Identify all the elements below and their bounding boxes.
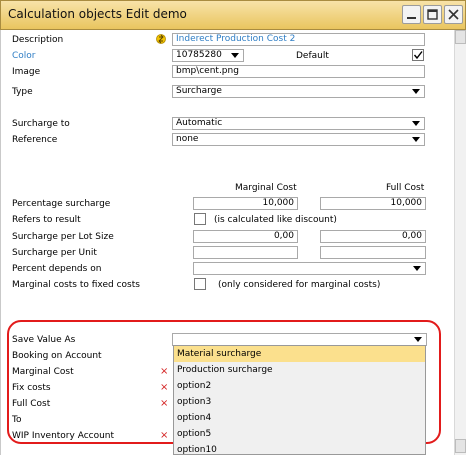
maximize-icon — [427, 9, 438, 20]
type-value: Surcharge — [176, 86, 222, 96]
surcharge-to-value: Automatic — [176, 118, 223, 128]
image-field[interactable]: bmp\cent.png — [172, 65, 425, 78]
default-label: Default — [296, 51, 329, 61]
scroll-down-button[interactable] — [455, 439, 466, 453]
dropdown-option[interactable]: option2 — [174, 378, 425, 394]
surcharge-per-unit-full[interactable] — [320, 246, 426, 259]
surcharge-per-unit-marginal[interactable] — [193, 246, 298, 259]
close-icon — [448, 9, 459, 20]
surcharge-to-select[interactable]: Automatic — [172, 117, 425, 130]
checkmark-icon — [413, 51, 423, 60]
percentage-surcharge-label: Percentage surcharge — [12, 199, 111, 209]
reference-value: none — [176, 134, 199, 144]
description-field[interactable]: Inderect Production Cost 2 — [172, 33, 425, 46]
image-label: Image — [12, 67, 41, 77]
dropdown-option[interactable]: Material surcharge — [174, 346, 425, 362]
reference-select[interactable]: none — [172, 133, 425, 146]
refers-to-result-label: Refers to result — [12, 215, 81, 225]
link-arrow-icon[interactable] — [156, 32, 166, 46]
surcharge-per-lot-full[interactable]: 0,00 — [320, 230, 426, 243]
chevron-down-icon — [412, 137, 420, 142]
color-value: 10785280 — [176, 50, 222, 60]
marginal-to-fixed-checkbox[interactable] — [194, 278, 206, 290]
surcharge-per-unit-label: Surcharge per Unit — [12, 248, 97, 258]
chevron-down-icon — [412, 89, 420, 94]
dropdown-option[interactable]: Production surcharge — [174, 362, 425, 378]
percentage-surcharge-marginal[interactable]: 10,000 — [193, 197, 298, 210]
dropdown-option[interactable]: option10 — [174, 442, 425, 454]
percentage-surcharge-full[interactable]: 10,000 — [320, 197, 426, 210]
surcharge-per-lot-label: Surcharge per Lot Size — [12, 232, 114, 242]
dropdown-option[interactable]: option4 — [174, 410, 425, 426]
type-select[interactable]: Surcharge — [172, 85, 425, 98]
default-checkbox[interactable] — [412, 49, 424, 61]
maximize-button[interactable] — [423, 5, 442, 24]
close-button[interactable] — [444, 5, 463, 24]
refers-to-result-checkbox[interactable] — [194, 213, 206, 225]
color-label[interactable]: Color — [12, 50, 36, 62]
color-select[interactable]: 10785280 — [172, 49, 244, 62]
surcharge-per-lot-marginal[interactable]: 0,00 — [193, 230, 298, 243]
minimize-icon — [407, 17, 416, 19]
marginal-to-fixed-label: Marginal costs to fixed costs — [12, 280, 140, 290]
percent-depends-on-label: Percent depends on — [12, 264, 102, 274]
type-label: Type — [12, 87, 33, 97]
marginal-to-fixed-note: (only considered for marginal costs) — [218, 280, 381, 290]
dropdown-option[interactable]: option3 — [174, 394, 425, 410]
refers-to-result-note: (is calculated like discount) — [214, 215, 337, 225]
reference-label: Reference — [12, 135, 58, 145]
window-title: Calculation objects Edit demo — [8, 7, 187, 21]
surcharge-to-label: Surcharge to — [12, 119, 70, 129]
full-cost-header: Full Cost — [386, 183, 425, 193]
chevron-down-icon — [413, 266, 421, 271]
vertical-scrollbar[interactable] — [454, 30, 466, 455]
scroll-up-button[interactable] — [455, 30, 466, 44]
description-label: Description — [12, 35, 64, 45]
dropdown-option[interactable]: option5 — [174, 426, 425, 442]
save-value-as-dropdown-list[interactable]: Material surcharge Production surcharge … — [173, 345, 426, 455]
marginal-cost-header: Marginal Cost — [235, 183, 297, 193]
chevron-down-icon — [412, 121, 420, 126]
chevron-down-icon — [231, 53, 239, 58]
percent-depends-on-select[interactable] — [193, 262, 426, 275]
minimize-button[interactable] — [402, 5, 421, 24]
